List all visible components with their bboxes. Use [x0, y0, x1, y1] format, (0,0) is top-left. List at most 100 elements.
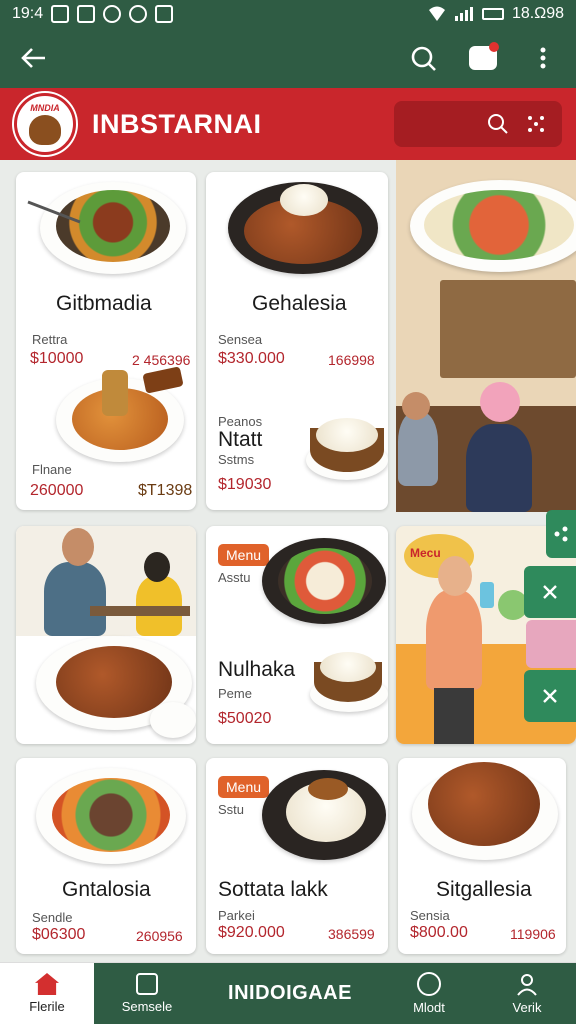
- side-action-3[interactable]: [526, 620, 576, 668]
- image-notification-icon: [51, 5, 70, 23]
- topping-image: [308, 778, 348, 800]
- card-subtitle: Sensia: [410, 908, 450, 923]
- diner-figure: [398, 412, 438, 486]
- customer-head: [438, 556, 472, 596]
- status-bar: 19:4 18.Ω98: [0, 0, 576, 28]
- ladle-image: [102, 370, 128, 416]
- card-price: $06300: [32, 926, 86, 943]
- card-price-alt: 119906: [510, 926, 556, 942]
- card-subtitle: Sstms: [218, 452, 255, 467]
- brand-search-box[interactable]: [394, 101, 562, 147]
- table-image: [90, 606, 190, 616]
- diner-hijab: [480, 382, 520, 422]
- menu-card[interactable]: Gntalosia Sendle $06300 260956: [16, 758, 196, 954]
- notification-dot: [489, 42, 499, 52]
- more-button[interactable]: [526, 41, 560, 75]
- card-subtitle: Sensea: [218, 332, 263, 347]
- card-price: $19030: [218, 476, 272, 493]
- chat-button[interactable]: [466, 41, 500, 75]
- rice-topping: [280, 184, 328, 216]
- menu-book-icon: [136, 973, 158, 995]
- menu-grid: Gitbmadia Rettra $10000 2 456396 Flnane …: [0, 160, 576, 962]
- profile-icon: [517, 974, 537, 996]
- nav-fourth-label: Mlodt: [413, 1000, 445, 1015]
- status-right-text: 18.Ω98: [512, 5, 564, 22]
- battery-icon: [482, 8, 504, 20]
- side-action-1[interactable]: [546, 510, 576, 558]
- diner-head: [62, 528, 94, 566]
- menu-card[interactable]: Sitgallesia Sensia $800.00 119906: [398, 758, 566, 954]
- bag-notification-icon: [155, 5, 174, 23]
- card-price: $50020: [218, 710, 272, 727]
- menu-card[interactable]: Menu Asstu Nulhaka Peme $50020: [206, 526, 388, 744]
- card-price: $10000: [30, 350, 84, 367]
- card-price: $330.000: [218, 350, 285, 367]
- card-subtitle: Peanos: [218, 414, 263, 429]
- customer-legs: [434, 688, 474, 744]
- restaurant-scene-image: [396, 160, 576, 512]
- side-dish-image: [150, 702, 196, 738]
- card-subtitle: Sstu: [218, 802, 245, 817]
- diner-head: [402, 392, 430, 420]
- card-price: $920.000: [218, 924, 285, 941]
- card-price-alt: 386599: [328, 926, 375, 942]
- card-subtitle: Rettra: [32, 332, 68, 347]
- card-title: Sottata lakk: [218, 878, 328, 901]
- nav-center-label: INIDOIGAAE: [228, 982, 352, 1004]
- mascot-icon: [29, 115, 61, 145]
- menu-card[interactable]: Gehalesia Sensea $330.000 166998 Peanos …: [206, 172, 388, 510]
- back-button[interactable]: [16, 41, 50, 75]
- app-bar: [0, 28, 576, 88]
- chat-icon: [417, 972, 441, 996]
- card-price: $800.00: [410, 924, 468, 941]
- wifi-icon: [429, 6, 445, 21]
- search-icon: [411, 46, 436, 71]
- card-title: Gntalosia: [62, 878, 151, 901]
- filter-icon: [528, 116, 544, 132]
- status-left: 19:4: [12, 5, 174, 23]
- menu-card[interactable]: Menu Sstu Sottata lakk Parkei $920.000 3…: [206, 758, 388, 954]
- side-action-2[interactable]: [524, 566, 576, 618]
- search-button[interactable]: [406, 41, 440, 75]
- bottom-nav: Flerile Semsele INIDOIGAAE Mlodt Verik: [0, 962, 576, 1024]
- diner-figure: [44, 562, 106, 636]
- promo-text: Mecu: [410, 546, 441, 560]
- rice-image: [320, 652, 376, 682]
- card-title: Ntatt: [218, 428, 263, 451]
- sync-notification-icon: [103, 5, 122, 23]
- home-icon: [35, 973, 59, 995]
- menu-card[interactable]: Gitbmadia Rettra $10000 2 456396 Flnane …: [16, 172, 196, 510]
- brand-logo: MNDIA: [14, 93, 76, 155]
- close-icon: [543, 585, 557, 599]
- logo-text: MNDIA: [30, 103, 60, 113]
- diners-scene-image: [16, 526, 196, 636]
- noodles-image: [424, 190, 574, 260]
- card-subtitle: Asstu: [218, 570, 251, 585]
- card-price-alt: 260956: [136, 928, 183, 944]
- nav-center[interactable]: INIDOIGAAE: [200, 963, 380, 1024]
- card-price-alt: 2 456396: [132, 352, 191, 368]
- nav-home-label: Flerile: [29, 999, 65, 1014]
- menu-card[interactable]: [16, 526, 196, 744]
- side-action-4[interactable]: [524, 670, 576, 722]
- card-title: Sitgallesia: [436, 878, 532, 901]
- play-notification-icon: [129, 5, 148, 23]
- wall-frames-image: [440, 280, 576, 378]
- nav-fifth-label: Verik: [512, 1000, 542, 1015]
- nav-fifth[interactable]: Verik: [478, 963, 576, 1024]
- card-price: 260000: [30, 482, 84, 499]
- nav-second-label: Semsele: [121, 999, 173, 1014]
- card-price-alt: 166998: [328, 352, 375, 368]
- phone-image: [480, 582, 494, 608]
- nav-home[interactable]: Flerile: [0, 963, 94, 1024]
- card-subtitle: Parkei: [218, 908, 255, 923]
- rice-image: [316, 418, 378, 452]
- nav-second[interactable]: Semsele: [94, 963, 200, 1024]
- menu-badge: Menu: [218, 544, 270, 566]
- fork-icon: [27, 200, 81, 224]
- nav-fourth[interactable]: Mlodt: [380, 963, 478, 1024]
- signal-icon: [455, 7, 473, 21]
- status-time: 19:4: [12, 5, 44, 22]
- more-vert-icon: [540, 47, 546, 69]
- card-subtitle: Peme: [218, 686, 252, 701]
